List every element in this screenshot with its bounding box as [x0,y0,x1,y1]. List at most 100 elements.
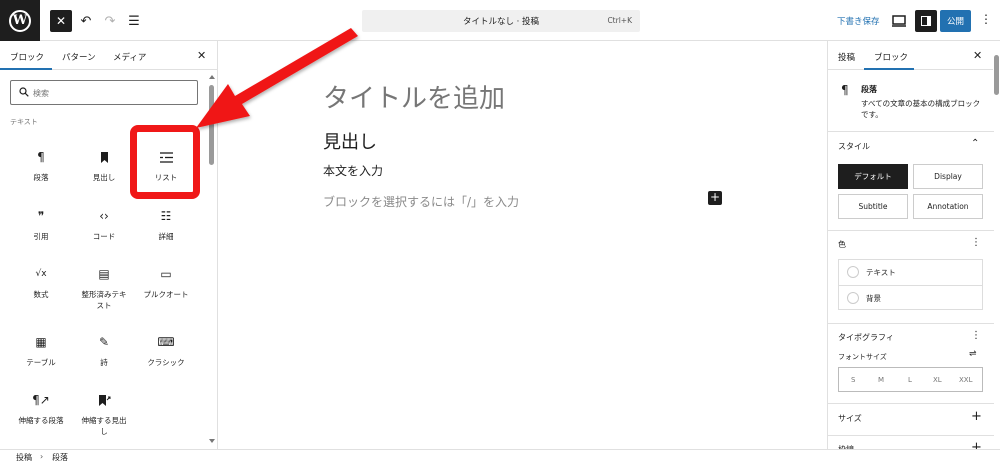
undo-icon[interactable]: ↶ [75,10,97,32]
block-breadcrumb: 投稿 › 段落 [0,449,1000,463]
publish-button[interactable]: 公開 [940,10,971,32]
search-placeholder: 検索 [33,89,49,98]
heading-block[interactable]: 見出し [323,128,377,154]
category-label: テキスト [10,118,38,126]
redo-icon[interactable]: ↷ [99,10,121,32]
settings-sidebar: 投稿 ブロック ✕ ¶ 段落 すべての文章の基本の構成ブロックです。 スタイル … [827,41,1000,449]
plus-icon[interactable]: + [971,409,982,424]
document-title: タイトルなし · 投稿 [462,17,540,27]
block-quote[interactable]: ❞ 引用 [11,207,71,259]
preview-icon[interactable] [890,12,908,30]
block-paragraph[interactable]: ¶ 段落 [11,148,71,200]
block-code[interactable]: ‹› コード [74,207,134,259]
font-size-option[interactable]: XXL [959,376,973,384]
color-swatch [847,266,859,278]
tab-patterns[interactable]: パターン [62,51,96,63]
block-label: 伸縮する段落 [18,416,64,425]
paragraph-icon: ¶ [841,83,849,97]
paragraph-block[interactable]: 本文を入力 [323,162,383,179]
save-draft-button[interactable]: 下書き保存 [837,15,880,27]
text-color-option[interactable]: テキスト [839,260,982,285]
block-label: 見出し [92,173,116,182]
block-pullquote[interactable]: ▭ プルクオート [136,265,196,317]
color-swatch [847,292,859,304]
style-subtitle-button[interactable]: Subtitle [838,194,908,219]
more-options-icon[interactable]: ⋮ [971,237,981,248]
wordpress-logo-button[interactable]: W [0,0,40,41]
quote-icon: ❞ [37,209,45,223]
settings-sidebar-toggle[interactable] [915,10,937,32]
breadcrumb-post[interactable]: 投稿 [16,452,32,463]
block-card-title: 段落 [861,85,877,94]
bookmark-icon [74,148,134,166]
keyboard-icon: ⌨ [157,335,175,349]
more-options-icon[interactable]: ⋮ [971,330,981,341]
chevron-up-icon[interactable]: ⌃ [971,138,979,149]
block-card-description: すべての文章の基本の構成ブロックです。 [861,99,981,119]
block-label: 伸縮する見出 し [81,416,127,436]
list-view-icon[interactable]: ☰ [123,10,145,32]
plus-icon[interactable]: + [971,440,982,449]
editor-canvas[interactable]: タイトルを追加 見出し 本文を入力 ブロックを選択するには「/」を入力 + [218,41,827,449]
typography-panel-title: タイポグラフィ [838,333,894,342]
top-toolbar: W ✕ ↶ ↷ ☰ タイトルなし · 投稿 Ctrl+K 下書き保存 公開 ⋮ [0,0,1000,41]
code-icon: ‹› [99,209,109,223]
styles-panel-title[interactable]: スタイル [838,141,870,152]
details-icon: ☷ [160,209,172,223]
post-title-input[interactable]: タイトルを追加 [323,78,505,115]
tab-post[interactable]: 投稿 [838,51,855,63]
color-options: テキスト 背景 [838,259,983,310]
settings-scrollbar[interactable] [994,45,1000,445]
dimensions-panel-title[interactable]: サイズ [838,413,862,424]
block-label: 段落 [33,173,49,182]
block-heading[interactable]: 見出し [74,148,134,200]
font-size-label: フォントサイズ [838,353,887,361]
divider [828,323,994,324]
close-icon[interactable]: ✕ [973,49,982,62]
font-size-option[interactable]: XL [933,376,942,384]
divider [828,403,994,404]
block-label: プルクオート [143,290,189,299]
font-size-option[interactable]: M [878,376,884,384]
block-preformatted[interactable]: ▤ 整形済みテキ スト [74,265,134,317]
style-default-button[interactable]: デフォルト [838,164,908,189]
tab-media[interactable]: メディア [113,51,146,63]
block-verse[interactable]: ✎ 詩 [74,333,134,385]
style-annotation-button[interactable]: Annotation [913,194,983,219]
tab-block[interactable]: ブロック [874,51,908,63]
scroll-thumb[interactable] [994,55,999,95]
heading-resize-icon [74,391,134,409]
block-label: テーブル [26,358,56,367]
paragraph-icon: ¶ [37,150,45,164]
breadcrumb-paragraph[interactable]: 段落 [52,452,68,463]
block-label: 引用 [33,232,49,241]
scroll-down-icon[interactable] [209,439,215,443]
background-color-option[interactable]: 背景 [839,285,982,310]
tab-blocks[interactable]: ブロック [10,51,44,63]
chevron-right-icon: › [40,452,44,461]
block-fit-heading[interactable]: 伸縮する見出 し [74,391,134,443]
close-inserter-button[interactable]: ✕ [50,10,72,32]
block-label: 整形済みテキ スト [81,290,127,310]
block-details[interactable]: ☷ 詳細 [136,207,196,259]
command-palette-bar[interactable]: タイトルなし · 投稿 Ctrl+K [362,10,640,32]
divider [828,230,994,231]
color-panel-title: 色 [838,240,846,249]
search-icon [19,87,29,97]
block-table[interactable]: ▦ テーブル [11,333,71,385]
block-classic[interactable]: ⌨ クラシック [136,333,196,385]
add-block-button[interactable]: + [708,191,722,205]
block-math[interactable]: √x 数式 [11,265,71,317]
active-tab-indicator [0,68,52,70]
more-options-icon[interactable]: ⋮ [980,12,992,26]
block-label: 詩 [100,358,108,367]
settings-sliders-icon[interactable]: ⇌ [969,349,977,359]
block-fit-paragraph[interactable]: ¶↗ 伸縮する段落 [11,391,71,443]
settings-tabs: 投稿 ブロック ✕ [828,41,993,70]
block-appender[interactable]: ブロックを選択するには「/」を入力 [323,193,519,210]
block-search-input[interactable]: 検索 [10,80,198,105]
font-size-option[interactable]: S [851,376,855,384]
style-display-button[interactable]: Display [913,164,983,189]
block-label: コード [92,232,116,241]
font-size-option[interactable]: L [908,376,912,384]
